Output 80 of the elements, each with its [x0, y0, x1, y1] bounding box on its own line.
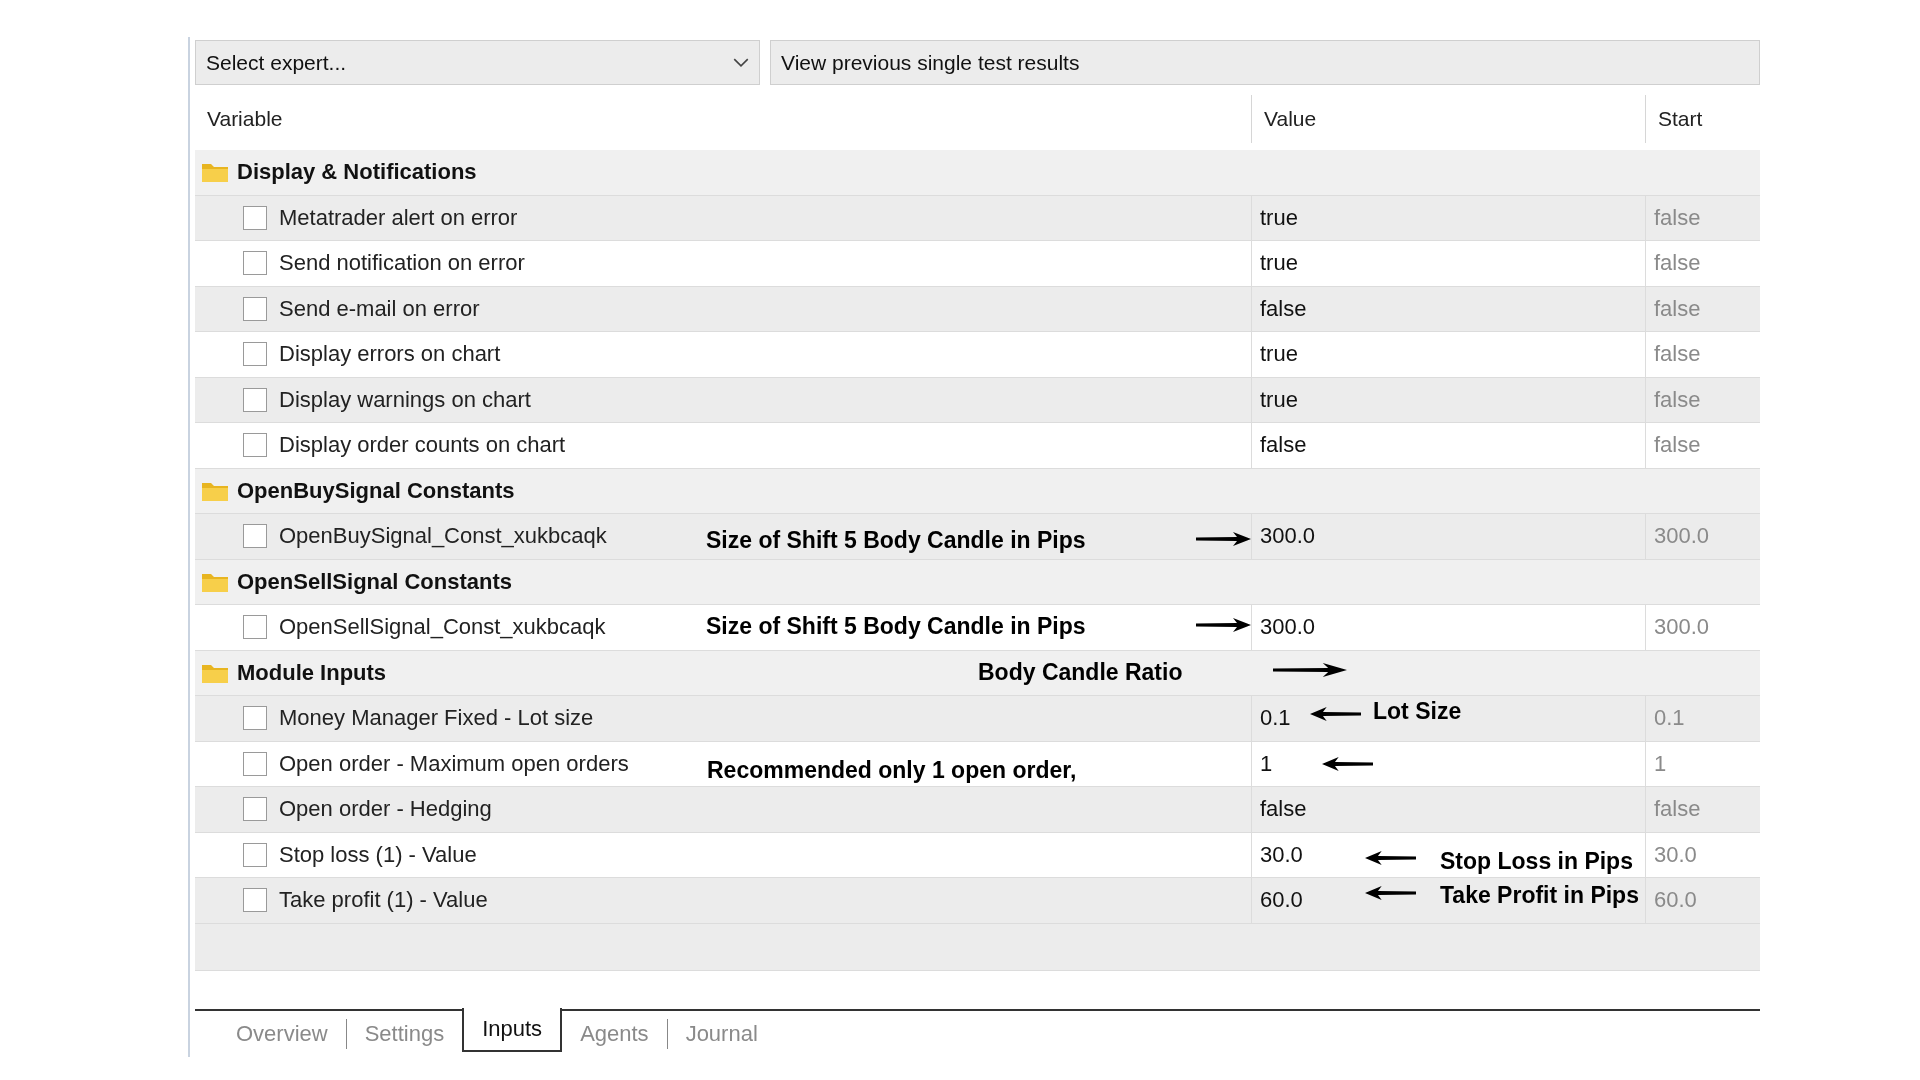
checkbox[interactable] [243, 296, 267, 321]
value-text[interactable]: 1 [1260, 750, 1273, 777]
start-value: 30.0 [1654, 841, 1697, 868]
group-row[interactable]: OpenSellSignal Constants [195, 559, 1760, 605]
annotation-text: Lot Size [1373, 697, 1462, 726]
parameter-name: Send notification on error [279, 250, 525, 277]
annotation-text: Size of Shift 5 Body Candle in Pips [706, 612, 1086, 641]
start-value: false [1654, 386, 1701, 413]
checkbox[interactable] [243, 888, 267, 913]
start-value: false [1654, 295, 1701, 322]
parameter-name: Open order - Hedging [279, 796, 492, 823]
annotation-text: Body Candle Ratio [978, 658, 1183, 687]
parameter-name: Take profit (1) - Value [279, 887, 488, 914]
value-text[interactable]: true [1260, 250, 1298, 277]
start-value: false [1654, 432, 1701, 459]
value-text[interactable]: true [1260, 204, 1298, 231]
column-header[interactable]: Value [1251, 95, 1645, 143]
start-value: 300.0 [1654, 614, 1710, 641]
annotation-arrow [1196, 532, 1251, 546]
checkbox[interactable] [243, 342, 267, 367]
parameter-name: Display warnings on chart [279, 386, 531, 413]
group-name: OpenSellSignal Constants [237, 568, 513, 595]
annotation-arrow [1365, 886, 1416, 900]
annotation-arrow [1365, 851, 1416, 865]
value-text[interactable]: 30.0 [1260, 841, 1303, 868]
value-text[interactable]: 0.1 [1260, 705, 1291, 732]
value-text[interactable]: true [1260, 386, 1298, 413]
folder-icon [201, 161, 229, 184]
value-text[interactable]: false [1260, 796, 1307, 823]
checkbox[interactable] [243, 205, 267, 230]
start-value: 300.0 [1654, 523, 1710, 550]
value-text[interactable]: 60.0 [1260, 887, 1303, 914]
parameter-name: Open order - Maximum open orders [279, 750, 629, 777]
view-results-button[interactable]: View previous single test results [770, 40, 1760, 85]
start-value: false [1654, 796, 1701, 823]
parameter-name: Money Manager Fixed - Lot size [279, 705, 594, 732]
value-text[interactable]: false [1260, 432, 1307, 459]
group-name: Module Inputs [237, 659, 387, 686]
checkbox[interactable] [243, 387, 267, 412]
start-value: false [1654, 250, 1701, 277]
column-header[interactable]: Variable [195, 95, 1251, 143]
column-header[interactable]: Start [1645, 95, 1760, 143]
annotation-text: Size of Shift 5 Body Candle in Pips [706, 526, 1086, 555]
value-text[interactable]: false [1260, 295, 1307, 322]
checkbox[interactable] [243, 842, 267, 867]
start-value: 60.0 [1654, 887, 1697, 914]
caret-icon [733, 58, 749, 67]
checkbox[interactable] [243, 524, 267, 549]
annotation-arrow [1322, 757, 1373, 771]
annotation-text: Recommended only 1 open order, [707, 756, 1077, 785]
parameter-name: Stop loss (1) - Value [279, 841, 477, 868]
checkbox[interactable] [243, 797, 267, 822]
parameter-name: Display errors on chart [279, 341, 501, 368]
tab[interactable]: Inputs [462, 1007, 563, 1052]
value-text[interactable]: 300.0 [1260, 614, 1316, 641]
value-text[interactable]: true [1260, 341, 1298, 368]
group-name: OpenBuySignal Constants [237, 477, 515, 504]
annotation-text: Stop Loss in Pips [1440, 847, 1633, 876]
checkbox[interactable] [243, 615, 267, 640]
expert-select[interactable]: Select expert... [195, 40, 760, 85]
annotation-arrow [1196, 618, 1251, 632]
annotation-arrow [1310, 707, 1361, 721]
start-value: false [1654, 341, 1701, 368]
checkbox[interactable] [243, 751, 267, 776]
group-row[interactable]: OpenBuySignal Constants [195, 468, 1760, 514]
checkbox[interactable] [243, 433, 267, 458]
start-value: 0.1 [1654, 705, 1685, 732]
checkbox[interactable] [243, 706, 267, 731]
start-value: false [1654, 204, 1701, 231]
parameter-name: Metatrader alert on error [279, 204, 518, 231]
start-value: 1 [1654, 750, 1667, 777]
parameter-name: Display order counts on chart [279, 432, 566, 459]
parameter-name: OpenSellSignal_Const_xukbcaqk [279, 614, 606, 641]
parameter-name: Send e-mail on error [279, 295, 480, 322]
annotation-text: Take Profit in Pips [1440, 881, 1639, 910]
group-name: Display & Notifications [237, 159, 477, 186]
checkbox[interactable] [243, 251, 267, 276]
group-row[interactable]: Display & Notifications [195, 150, 1760, 196]
parameter-name: OpenBuySignal_Const_xukbcaqk [279, 523, 607, 550]
value-text[interactable]: 300.0 [1260, 523, 1316, 550]
